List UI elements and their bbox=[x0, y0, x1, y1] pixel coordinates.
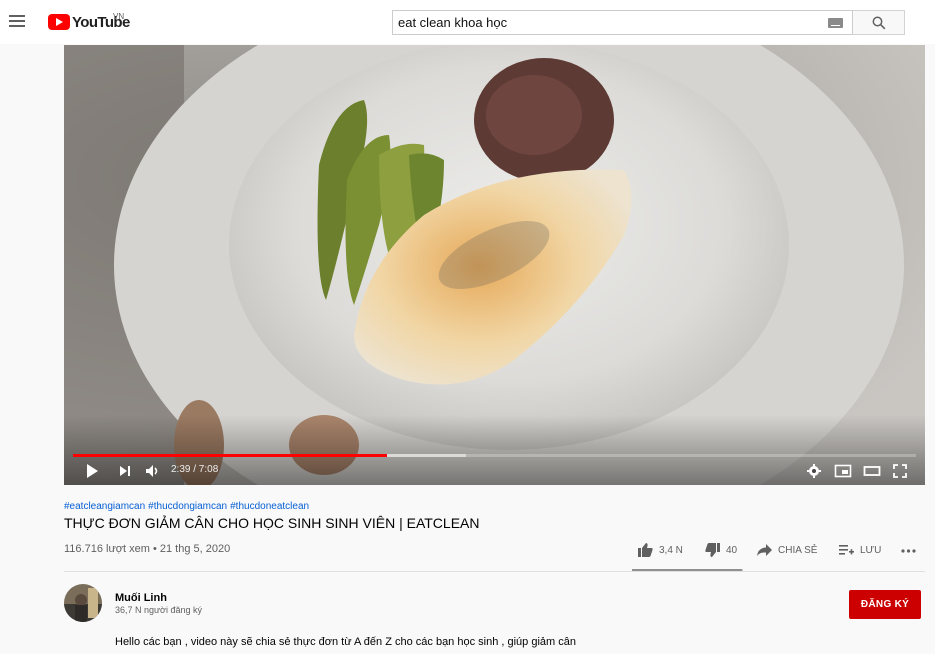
share-label: CHIA SẺ bbox=[778, 544, 818, 556]
hashtag-link[interactable]: #eatcleangiamcan bbox=[64, 501, 145, 512]
next-icon[interactable] bbox=[117, 462, 133, 480]
like-count: 3,4 N bbox=[659, 544, 683, 556]
time-display: 2:39 / 7:08 bbox=[171, 464, 219, 475]
masthead: YouTube VN bbox=[0, 0, 935, 44]
more-icon bbox=[901, 549, 916, 553]
view-count-and-date: 116.716 lượt xem • 21 thg 5, 2020 bbox=[64, 543, 231, 555]
avatar-image bbox=[64, 584, 102, 622]
volume-icon[interactable] bbox=[144, 462, 162, 480]
play-icon[interactable] bbox=[84, 462, 100, 480]
video-title: THỰC ĐƠN GIẢM CÂN CHO HỌC SINH SINH VIÊN… bbox=[64, 515, 480, 531]
share-icon bbox=[757, 544, 772, 556]
sentiment-bar bbox=[632, 569, 743, 571]
miniplayer-icon[interactable] bbox=[834, 462, 852, 480]
add-to-playlist-icon bbox=[839, 545, 854, 555]
like-button[interactable]: 3,4 N bbox=[637, 540, 683, 560]
hashtag-link[interactable]: #thucdongiamcan bbox=[148, 501, 227, 512]
menu-icon[interactable] bbox=[9, 12, 27, 32]
thumbs-down-icon bbox=[705, 543, 720, 557]
youtube-play-icon bbox=[48, 14, 70, 30]
divider bbox=[64, 571, 925, 572]
subscriber-count: 36,7 N người đăng ký bbox=[115, 605, 202, 615]
progress-played bbox=[73, 454, 387, 457]
video-player[interactable]: 2:39 / 7:08 bbox=[64, 45, 925, 485]
hashtags: #eatcleangiamcan #thucdongiamcan #thucdone… bbox=[64, 501, 312, 512]
hashtag-link[interactable]: #thucdoneatclean bbox=[230, 501, 309, 512]
keyboard-icon[interactable] bbox=[828, 18, 843, 28]
channel-name[interactable]: Muối Linh bbox=[115, 592, 167, 604]
thumbs-up-icon bbox=[638, 543, 653, 557]
search-box bbox=[392, 10, 853, 35]
channel-avatar[interactable] bbox=[64, 584, 102, 622]
theater-mode-icon[interactable] bbox=[863, 462, 881, 480]
share-button[interactable]: CHIA SẺ bbox=[756, 540, 817, 560]
dislike-count: 40 bbox=[726, 544, 738, 556]
fullscreen-icon[interactable] bbox=[892, 462, 908, 480]
progress-bar[interactable] bbox=[73, 454, 916, 457]
search-icon bbox=[872, 16, 886, 30]
sentiment-like-fill bbox=[632, 569, 742, 571]
subscribe-button[interactable]: ĐĂNG KÝ bbox=[849, 590, 921, 619]
save-button[interactable]: LƯU bbox=[838, 540, 881, 560]
logo-country-code: VN bbox=[113, 12, 125, 21]
more-actions-button[interactable] bbox=[900, 540, 922, 560]
video-description: Hello các bạn , video này sẽ chia sẻ thự… bbox=[115, 636, 576, 648]
settings-icon[interactable] bbox=[806, 462, 822, 480]
dislike-button[interactable]: 40 bbox=[704, 540, 737, 560]
search-button[interactable] bbox=[853, 10, 905, 35]
save-label: LƯU bbox=[860, 544, 882, 556]
search-input[interactable] bbox=[398, 11, 818, 34]
